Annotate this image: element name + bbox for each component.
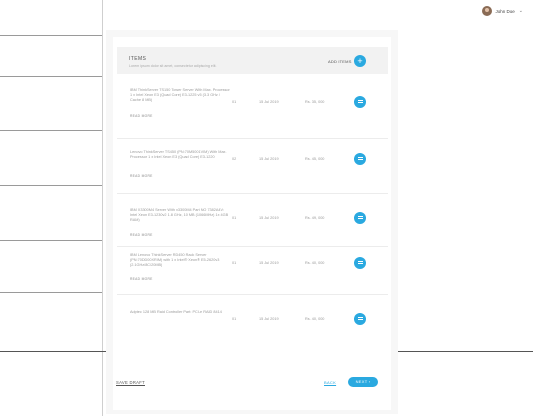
row-divider bbox=[117, 294, 388, 295]
edit-item-button[interactable] bbox=[354, 96, 366, 108]
item-description: IBM Lenovo ThinkServer RD450 Rack Server… bbox=[130, 253, 220, 268]
left-separator bbox=[0, 185, 102, 186]
items-subtitle: Lorem ipsum dolor sit amet, consectetur … bbox=[129, 64, 217, 68]
edit-item-button[interactable] bbox=[354, 313, 366, 325]
row-divider bbox=[117, 246, 388, 247]
item-price: Rs. 40, 000 bbox=[305, 261, 325, 265]
next-button[interactable]: NEXT › bbox=[348, 377, 378, 387]
read-more-link[interactable]: READ MORE bbox=[130, 277, 153, 281]
next-label: NEXT bbox=[355, 379, 368, 384]
menu-icon bbox=[357, 100, 363, 101]
left-separator bbox=[0, 130, 102, 131]
item-date: 15 Jul 2019 bbox=[259, 100, 279, 104]
item-quantity: 02 bbox=[232, 157, 237, 161]
item-quantity: 01 bbox=[232, 100, 237, 104]
item-description: IBM X3300M4 Server With x3300M4 Part NO … bbox=[130, 208, 229, 223]
read-more-link[interactable]: READ MORE bbox=[130, 174, 153, 178]
chevron-down-icon[interactable]: ⌄ bbox=[519, 8, 523, 14]
user-name[interactable]: John Doe bbox=[496, 9, 515, 14]
edit-item-button[interactable] bbox=[354, 257, 366, 269]
table-row: IBM Lenovo ThinkServer RD450 Rack Server… bbox=[113, 253, 391, 293]
item-price: Rs. 35, 000 bbox=[305, 100, 325, 104]
item-date: 15 Jul 2019 bbox=[259, 157, 279, 161]
top-bar: John Doe ⌄ bbox=[103, 0, 533, 22]
table-row: Lenovo ThinkServer TS450 (PN:70M5001VIM)… bbox=[113, 150, 391, 190]
row-divider bbox=[117, 138, 388, 139]
back-link[interactable]: BACK bbox=[324, 380, 336, 385]
item-quantity: 01 bbox=[232, 216, 237, 220]
left-rail-divider bbox=[102, 0, 103, 416]
read-more-link[interactable]: READ MORE bbox=[130, 114, 153, 118]
item-date: 15 Jul 2019 bbox=[259, 261, 279, 265]
left-separator bbox=[0, 240, 102, 241]
left-separator bbox=[0, 76, 102, 77]
save-draft-link[interactable]: SAVE DRAFT bbox=[116, 380, 145, 385]
user-menu[interactable]: John Doe ⌄ bbox=[481, 6, 523, 16]
edit-item-button[interactable] bbox=[354, 212, 366, 224]
menu-icon bbox=[357, 261, 363, 262]
table-row: IBM X3300M4 Server With x3300M4 Part NO … bbox=[113, 208, 391, 248]
table-row: Adptec 128 MB Raid Controller Part: PCI-… bbox=[113, 310, 391, 350]
item-quantity: 01 bbox=[232, 261, 237, 265]
left-separator bbox=[0, 292, 102, 293]
menu-icon bbox=[357, 317, 363, 318]
add-items-label[interactable]: ADD ITEMS bbox=[328, 59, 352, 64]
items-title: ITEMS bbox=[129, 56, 147, 62]
add-items-button[interactable]: + bbox=[354, 55, 366, 67]
item-quantity: 01 bbox=[232, 317, 237, 321]
menu-icon bbox=[357, 157, 363, 158]
item-description: Lenovo ThinkServer TS450 (PN:70M5001VIM)… bbox=[130, 150, 227, 160]
avatar[interactable] bbox=[481, 6, 492, 16]
item-description: IBM ThinkServer TS150 Tower Server With … bbox=[130, 88, 230, 103]
left-separator bbox=[0, 35, 102, 36]
item-date: 15 Jul 2019 bbox=[259, 317, 279, 321]
row-divider bbox=[117, 193, 388, 194]
table-row: IBM ThinkServer TS150 Tower Server With … bbox=[113, 88, 391, 128]
item-description: Adptec 128 MB Raid Controller Part: PCI-… bbox=[130, 310, 222, 314]
item-price: Rs. 40, 000 bbox=[305, 317, 325, 321]
read-more-link[interactable]: READ MORE bbox=[130, 233, 153, 237]
item-price: Rs. 49, 000 bbox=[305, 216, 325, 220]
edit-item-button[interactable] bbox=[354, 153, 366, 165]
item-date: 15 Jul 2019 bbox=[259, 216, 279, 220]
item-price: Rs. 45, 000 bbox=[305, 157, 325, 161]
menu-icon bbox=[357, 216, 363, 217]
